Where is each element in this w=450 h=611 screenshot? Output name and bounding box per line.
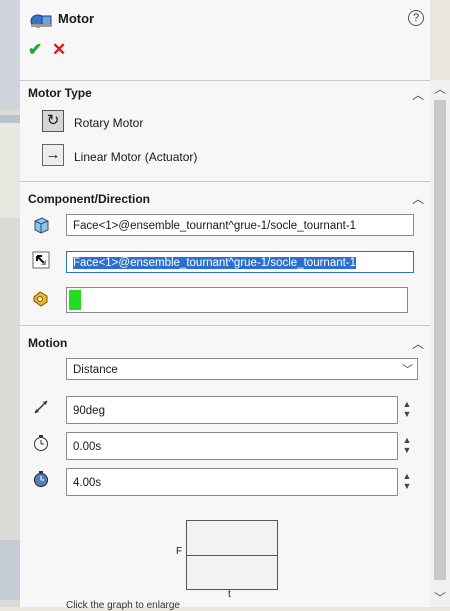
component-icon [34,217,49,234]
graph-line [187,555,277,556]
distance-icon [34,400,48,414]
graph-t-label: t [228,589,231,600]
start-time-spinner[interactable]: ▲ ▼ [401,435,413,455]
start-time-value: 0.00s [73,441,102,453]
start-time-field[interactable]: 0.00s [66,432,398,460]
rotary-motor-button[interactable]: ↻ [42,110,64,132]
duration-value: 4.00s [73,477,102,489]
separator [20,80,430,81]
separator [20,325,430,326]
component-face-field[interactable]: Face<1>@ensemble_tournant^grue-1/socle_t… [66,214,414,236]
section-title-component-direction[interactable]: Component/Direction [28,192,150,206]
section-title-motor-type[interactable]: Motor Type [28,86,92,100]
collapse-motor-type-icon[interactable]: ︿ [412,86,424,103]
separator [20,181,430,182]
direction-face-value: Face<1>@ensemble_tournant^grue-1/socle_t… [73,257,357,269]
rotary-motor-label[interactable]: Rotary Motor [74,116,143,130]
graph-hint: Click the graph to enlarge [66,600,180,611]
relative-icon [33,291,48,307]
scrollbar-thumb[interactable] [434,100,446,580]
relative-to-field[interactable] [66,287,408,313]
cancel-button[interactable]: ✕ [52,40,66,60]
component-face-value: Face<1>@ensemble_tournant^grue-1/socle_t… [73,220,357,232]
status-indicator [69,290,81,310]
scroll-down-icon[interactable]: ﹀ [430,589,450,607]
ok-button[interactable]: ✔ [28,40,42,60]
linear-motor-label[interactable]: Linear Motor (Actuator) [74,150,197,164]
duration-field[interactable]: 4.00s [66,468,398,496]
chevron-down-icon: ﹀ [402,364,413,376]
distance-value: 90deg [73,405,105,417]
duration-spinner[interactable]: ▲ ▼ [401,471,413,491]
start-time-icon [34,435,48,451]
linear-arrow-icon: → [45,146,61,163]
panel-header: Motor ? [20,0,430,36]
section-title-motion[interactable]: Motion [28,336,67,350]
motion-type-value: Distance [73,364,118,376]
direction-face-field[interactable]: Face<1>@ensemble_tournant^grue-1/socle_t… [66,251,414,273]
motor-icon [30,14,52,28]
background-window-edge [0,0,20,607]
direction-icon[interactable] [32,251,50,269]
panel-title: Motor [58,11,95,26]
distance-field[interactable]: 90deg [66,396,398,424]
rotary-icon: ↻ [46,112,60,129]
distance-spinner[interactable]: ▲ ▼ [401,399,413,419]
help-icon[interactable]: ? [408,10,424,26]
graph-f-label: F [176,546,183,557]
motion-profile-graph[interactable] [186,520,278,590]
scroll-up-icon[interactable]: ︿ [430,80,450,98]
linear-motor-button[interactable]: → [42,144,64,166]
motion-type-select[interactable]: Distance ﹀ [66,358,418,380]
vertical-scrollbar[interactable]: ︿ ﹀ [430,80,450,607]
collapse-component-direction-icon[interactable]: ︿ [412,190,424,207]
collapse-motion-icon[interactable]: ︿ [412,335,424,352]
property-manager-panel: Motor ? ✔ ✕ Motor Type ︿ ↻ Rotary Motor … [20,0,430,611]
duration-icon [34,471,48,487]
